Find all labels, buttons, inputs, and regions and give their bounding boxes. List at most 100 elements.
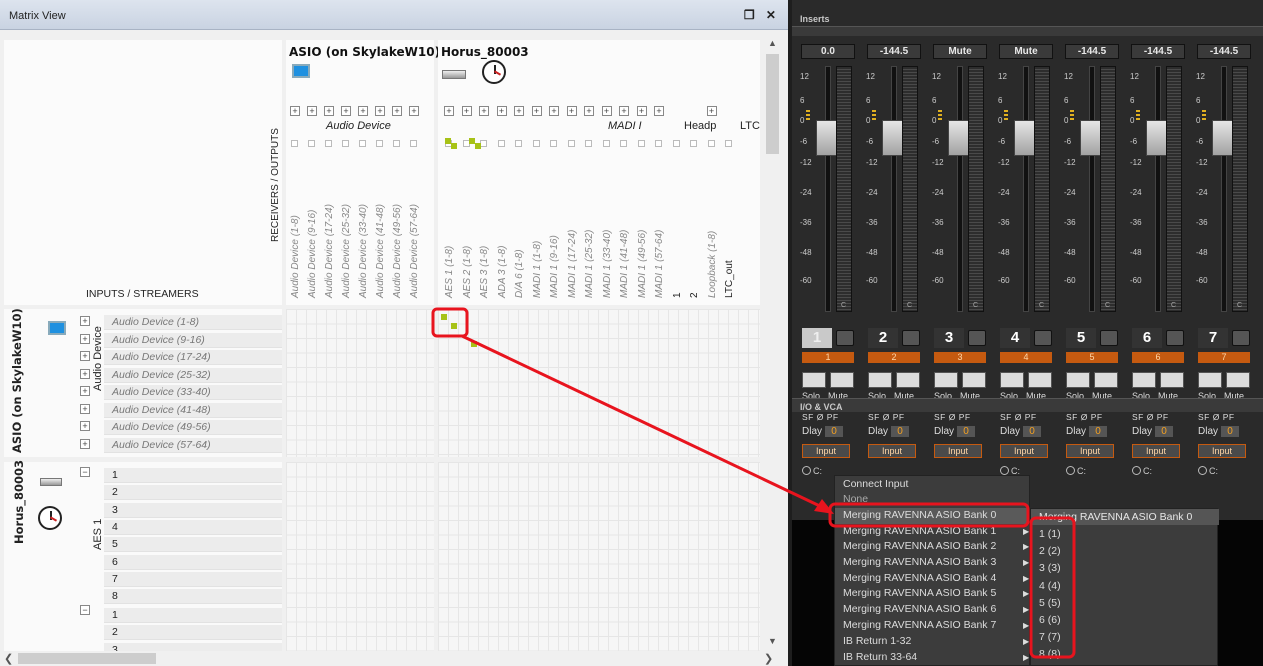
column-selector[interactable] <box>359 140 366 147</box>
input-button[interactable]: Input <box>1000 444 1048 458</box>
expand-plus-icon[interactable]: + <box>444 106 454 116</box>
level-readout[interactable]: Mute <box>933 44 987 59</box>
input-button[interactable]: Input <box>934 444 982 458</box>
channel-number[interactable]: 6 <box>1132 328 1162 348</box>
expand-plus-icon[interactable]: + <box>80 351 90 361</box>
channel-number[interactable]: 1 <box>802 328 832 348</box>
solo-button[interactable] <box>1198 372 1222 388</box>
column-selector[interactable] <box>480 140 487 147</box>
submenu-item[interactable]: 4 (4) <box>1039 580 1061 592</box>
input-button[interactable]: Input <box>802 444 850 458</box>
fader-track[interactable] <box>891 66 897 312</box>
expand-plus-icon[interactable]: + <box>566 106 577 116</box>
fader-track[interactable] <box>1089 66 1095 312</box>
mute-button[interactable] <box>1028 372 1052 388</box>
submenu-item[interactable]: 2 (2) <box>1039 545 1061 557</box>
expand-plus-icon[interactable]: + <box>531 106 542 116</box>
delay-value[interactable]: 0 <box>1089 426 1108 437</box>
expand-plus-icon[interactable]: + <box>601 106 612 116</box>
column-selector[interactable] <box>707 140 715 147</box>
expand-plus-icon[interactable]: + <box>80 333 90 344</box>
solo-button[interactable] <box>1066 372 1090 388</box>
grid-horus-horus[interactable] <box>438 462 760 651</box>
vertical-scrollbar[interactable]: ▲ ▼ <box>764 36 781 650</box>
column-selector[interactable] <box>291 140 298 147</box>
menu-item[interactable]: None <box>843 493 868 505</box>
submenu-item[interactable]: 7 (7) <box>1039 631 1061 643</box>
channel-select-button[interactable] <box>968 330 986 346</box>
menu-item[interactable]: Connect Input <box>843 478 908 490</box>
mute-button[interactable] <box>896 372 920 388</box>
column-selector[interactable] <box>602 140 610 147</box>
level-readout[interactable]: -144.5 <box>867 44 921 59</box>
solo-button[interactable] <box>802 372 826 388</box>
expand-plus-icon[interactable]: + <box>409 106 419 116</box>
expand-plus-icon[interactable]: + <box>392 106 402 116</box>
vertical-scroll-thumb[interactable] <box>766 54 779 154</box>
expand-plus-icon[interactable]: + <box>636 106 647 116</box>
menu-item[interactable]: Merging RAVENNA ASIO Bank 4 <box>843 572 996 584</box>
column-selector[interactable] <box>325 140 332 147</box>
expand-plus-icon[interactable]: + <box>549 106 559 116</box>
horizontal-scroll-thumb[interactable] <box>18 653 156 664</box>
channel-name[interactable]: 6 <box>1132 352 1184 363</box>
collapse-minus-icon[interactable]: − <box>80 467 90 477</box>
expand-plus-icon[interactable]: + <box>375 106 385 116</box>
expand-plus-icon[interactable]: + <box>80 368 90 379</box>
submenu-item[interactable]: 3 (3) <box>1039 562 1061 574</box>
channel-select-button[interactable] <box>836 330 854 346</box>
mute-button[interactable] <box>1094 372 1118 388</box>
channel-name[interactable]: 5 <box>1066 352 1118 363</box>
expand-plus-icon[interactable]: + <box>461 106 472 116</box>
grid-horus-asio[interactable] <box>286 462 434 651</box>
delay-value[interactable]: 0 <box>1023 426 1042 437</box>
channel-name[interactable]: 2 <box>868 352 920 363</box>
input-button[interactable]: Input <box>1132 444 1180 458</box>
channel-select-button[interactable] <box>1232 330 1250 346</box>
channel-number[interactable]: 5 <box>1066 328 1096 348</box>
mute-button[interactable] <box>830 372 854 388</box>
column-selector[interactable] <box>655 140 662 147</box>
column-selector[interactable] <box>690 140 697 147</box>
level-readout[interactable]: -144.5 <box>1065 44 1119 59</box>
column-selector[interactable] <box>637 140 645 147</box>
column-selector[interactable] <box>393 140 400 147</box>
solo-button[interactable] <box>1000 372 1024 388</box>
expand-plus-icon[interactable]: + <box>80 386 90 396</box>
scroll-down-icon[interactable]: ▼ <box>768 636 777 646</box>
grid-asio-asio[interactable] <box>286 309 434 457</box>
column-selector[interactable] <box>567 140 575 147</box>
horizontal-scrollbar[interactable]: ❮ ❯ <box>0 651 788 666</box>
column-selector[interactable] <box>725 140 732 147</box>
column-selector[interactable] <box>376 140 383 147</box>
expand-plus-icon[interactable]: + <box>584 106 594 116</box>
expand-plus-icon[interactable]: + <box>80 421 90 431</box>
input-button[interactable]: Input <box>1198 444 1246 458</box>
scroll-up-icon[interactable]: ▲ <box>768 38 777 48</box>
channel-name[interactable]: 3 <box>934 352 986 363</box>
channel-name[interactable]: 7 <box>1198 352 1250 363</box>
channel-number[interactable]: 7 <box>1198 328 1228 348</box>
delay-value[interactable]: 0 <box>1221 426 1240 437</box>
expand-plus-icon[interactable]: + <box>619 106 629 116</box>
window-buttons[interactable]: ❒ ✕ <box>744 8 780 22</box>
expand-plus-icon[interactable]: + <box>307 106 317 116</box>
expand-plus-icon[interactable]: + <box>80 403 90 414</box>
expand-plus-icon[interactable]: + <box>80 438 90 449</box>
menu-item[interactable]: Merging RAVENNA ASIO Bank 0 <box>843 509 996 521</box>
submenu-item[interactable]: 1 (1) <box>1039 528 1061 540</box>
channel-number[interactable]: 3 <box>934 328 964 348</box>
delay-value[interactable]: 0 <box>957 426 976 437</box>
expand-plus-icon[interactable]: + <box>654 106 664 116</box>
delay-value[interactable]: 0 <box>825 426 844 437</box>
expand-plus-icon[interactable]: + <box>479 106 489 116</box>
collapse-minus-icon[interactable]: − <box>80 605 90 615</box>
expand-plus-icon[interactable]: + <box>324 106 334 116</box>
mute-button[interactable] <box>962 372 986 388</box>
menu-item[interactable]: IB Return 33-64 <box>843 651 917 663</box>
scroll-right-icon[interactable]: ❯ <box>764 652 773 665</box>
fader-track[interactable] <box>1023 66 1029 312</box>
menu-item[interactable]: Merging RAVENNA ASIO Bank 7 <box>843 619 996 631</box>
mute-button[interactable] <box>1226 372 1250 388</box>
expand-plus-icon[interactable]: + <box>706 106 717 116</box>
